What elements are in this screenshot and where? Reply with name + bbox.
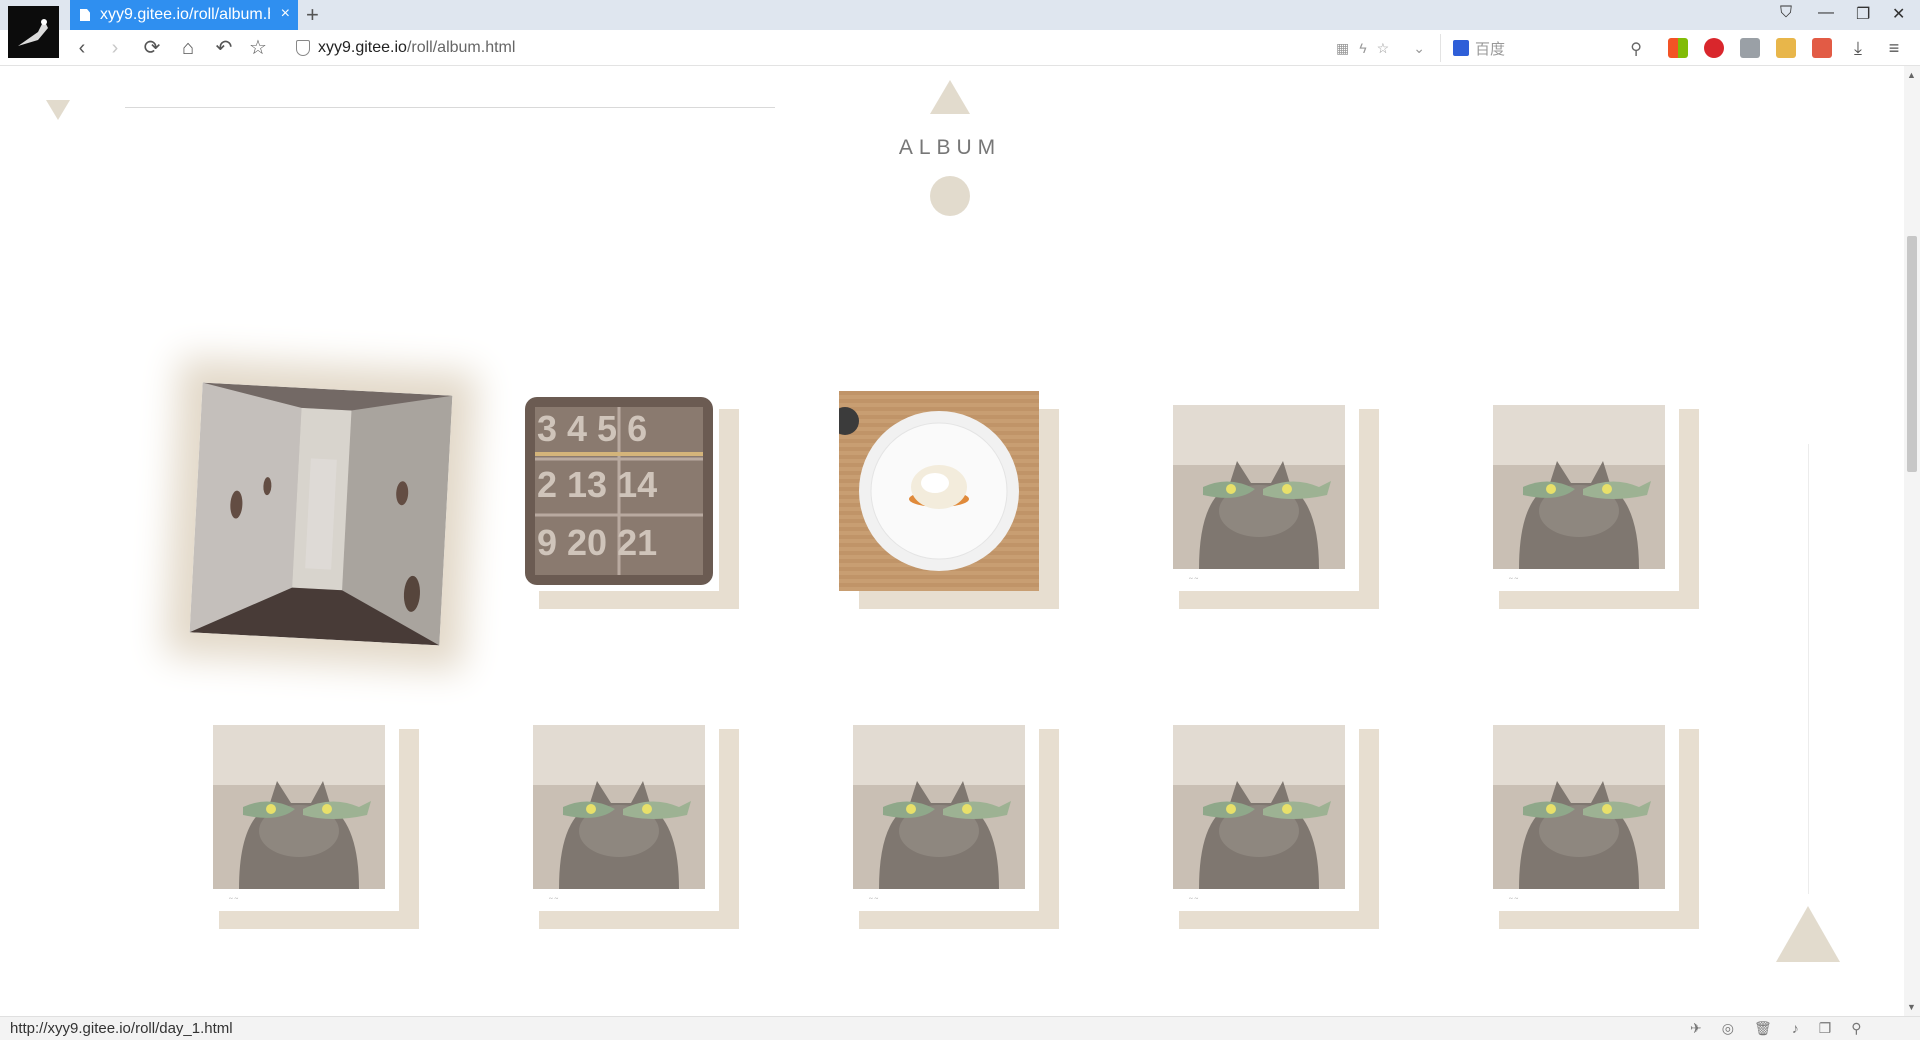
baidu-icon <box>1453 40 1469 56</box>
address-bar[interactable]: xyy9.gitee.io /roll/album.html <box>296 34 1436 62</box>
page-title: ALBUM <box>898 136 1002 159</box>
svg-text:~ ~: ~ ~ <box>229 895 239 903</box>
search-engine-label: 百度 <box>1475 40 1506 58</box>
photo-cat-7[interactable]: ~ ~ <box>1479 711 1679 911</box>
restore-button[interactable]: ❐ <box>1856 4 1870 24</box>
browser-navbar: ‹ › ⟳ ⌂ ↶ ☆ xyy9.gitee.io /roll/album.ht… <box>0 30 1920 66</box>
trash-icon[interactable]: 🗑 <box>1754 1020 1772 1037</box>
cat-fish-image: ~ ~ <box>1159 391 1359 591</box>
home-button[interactable]: ⌂ <box>176 36 200 60</box>
photo-corridor[interactable] <box>189 382 453 646</box>
adblock-icon[interactable] <box>1704 38 1724 58</box>
browser-logo <box>8 6 59 58</box>
browser-tab-active[interactable]: xyy9.gitee.io/roll/album.html × <box>70 0 298 30</box>
translate-icon[interactable] <box>1812 38 1832 58</box>
cat-fish-image: ~ ~ <box>839 711 1039 911</box>
download-icon[interactable]: ⤓ <box>1848 38 1868 58</box>
status-bar: http://xyy9.gitee.io/roll/day_1.html ✈ ◎… <box>0 1016 1920 1040</box>
security-shield-icon <box>296 40 310 56</box>
leaf-icon[interactable] <box>1740 38 1760 58</box>
scroll-down-arrow-icon[interactable]: ▼ <box>1907 1002 1916 1012</box>
tab-title: xyy9.gitee.io/roll/album.html <box>100 6 270 23</box>
zoom-icon[interactable]: ⚲ <box>1851 1020 1861 1037</box>
url-path: /roll/album.html <box>406 39 516 56</box>
forward-button[interactable]: › <box>103 36 127 60</box>
dropdown-chevron-icon[interactable]: ⌄ <box>1413 40 1425 57</box>
svg-text:9 20 21: 9 20 21 <box>537 522 657 563</box>
cat-fish-image: ~ ~ <box>199 711 399 911</box>
photo-cat-3[interactable]: ~ ~ <box>199 711 399 911</box>
side-rail-line <box>1808 444 1809 894</box>
photo-cat-2[interactable]: ~ ~ <box>1479 391 1679 591</box>
scroll-thumb[interactable] <box>1907 236 1917 472</box>
svg-text:~ ~: ~ ~ <box>549 895 559 903</box>
volume-icon[interactable]: ♪ <box>1792 1020 1799 1037</box>
favorite-button[interactable]: ☆ <box>246 36 270 60</box>
photo-numbers[interactable]: 3 4 5 6 2 13 14 9 20 21 <box>519 391 719 591</box>
tab-close-icon[interactable]: × <box>281 5 290 23</box>
url-host: xyy9.gitee.io <box>318 39 407 56</box>
back-to-top-triangle-icon[interactable] <box>1776 906 1840 962</box>
address-tools: ▦ ϟ ☆ ⌄ <box>1336 40 1425 57</box>
cat-fish-image: ~ ~ <box>519 711 719 911</box>
back-button[interactable]: ‹ <box>70 36 94 60</box>
status-tools: ✈ ◎ 🗑 ♪ ❐ ⚲ <box>1690 1020 1862 1037</box>
status-url: http://xyy9.gitee.io/roll/day_1.html <box>10 1020 233 1037</box>
browser-titlebar: xyy9.gitee.io/roll/album.html × + ⛉ — ❐ … <box>0 0 1920 30</box>
cat-fish-image: ~ ~ <box>1479 711 1679 911</box>
apps-icon[interactable] <box>1668 38 1688 58</box>
close-window-button[interactable]: ✕ <box>1892 4 1905 24</box>
page-scrollbar[interactable]: ▲ ▼ <box>1904 66 1920 1016</box>
header-triangle-icon <box>930 80 970 114</box>
search-icon[interactable]: ⚲ <box>1630 39 1642 59</box>
svg-text:~ ~: ~ ~ <box>1189 575 1199 583</box>
search-box[interactable]: 百度 ⚲ <box>1440 34 1650 62</box>
svg-text:~ ~: ~ ~ <box>1189 895 1199 903</box>
image-icon[interactable] <box>1776 38 1796 58</box>
minimize-button[interactable]: — <box>1818 4 1834 22</box>
new-tab-button[interactable]: + <box>306 2 319 28</box>
undo-close-button[interactable]: ↶ <box>212 36 236 60</box>
extension-icons: ⤓ ≡ <box>1668 38 1904 58</box>
menu-triangle-icon[interactable] <box>46 100 70 120</box>
skin-icon[interactable]: ⛉ <box>1780 4 1792 22</box>
reload-button[interactable]: ⟳ <box>140 36 164 60</box>
header-divider <box>125 107 775 108</box>
photo-plate[interactable] <box>839 391 1039 591</box>
corridor-image <box>189 382 453 646</box>
photo-cat-5[interactable]: ~ ~ <box>839 711 1039 911</box>
svg-text:3 4 5 6: 3 4 5 6 <box>537 408 647 449</box>
menu-icon[interactable]: ≡ <box>1884 38 1904 58</box>
svg-text:~ ~: ~ ~ <box>869 895 879 903</box>
scroll-up-arrow-icon[interactable]: ▲ <box>1907 70 1916 80</box>
cat-fish-image: ~ ~ <box>1479 391 1679 591</box>
svg-text:2 13 14: 2 13 14 <box>537 464 657 505</box>
qr-code-icon[interactable]: ▦ <box>1336 40 1349 57</box>
page-icon <box>80 9 90 21</box>
photo-cat-4[interactable]: ~ ~ <box>519 711 719 911</box>
rocket-icon[interactable]: ✈ <box>1690 1020 1702 1037</box>
window-icon[interactable]: ❐ <box>1819 1020 1832 1037</box>
lightning-icon[interactable]: ϟ <box>1359 40 1366 57</box>
bookmark-star-icon[interactable]: ☆ <box>1377 40 1390 57</box>
photo-cat-1[interactable]: ~ ~ <box>1159 391 1359 591</box>
cat-fish-image: ~ ~ <box>1159 711 1359 911</box>
header-circle-icon <box>930 176 970 216</box>
album-page: ALBUM 3 4 5 6 2 13 14 9 20 21 ~ ~ ~ ~ ~ … <box>0 66 1904 1016</box>
plate-image <box>839 391 1039 591</box>
svg-text:~ ~: ~ ~ <box>1509 575 1519 583</box>
svg-text:~ ~: ~ ~ <box>1509 895 1519 903</box>
photo-cat-6[interactable]: ~ ~ <box>1159 711 1359 911</box>
numbers-image: 3 4 5 6 2 13 14 9 20 21 <box>519 391 719 591</box>
speed-icon[interactable]: ◎ <box>1722 1020 1734 1037</box>
